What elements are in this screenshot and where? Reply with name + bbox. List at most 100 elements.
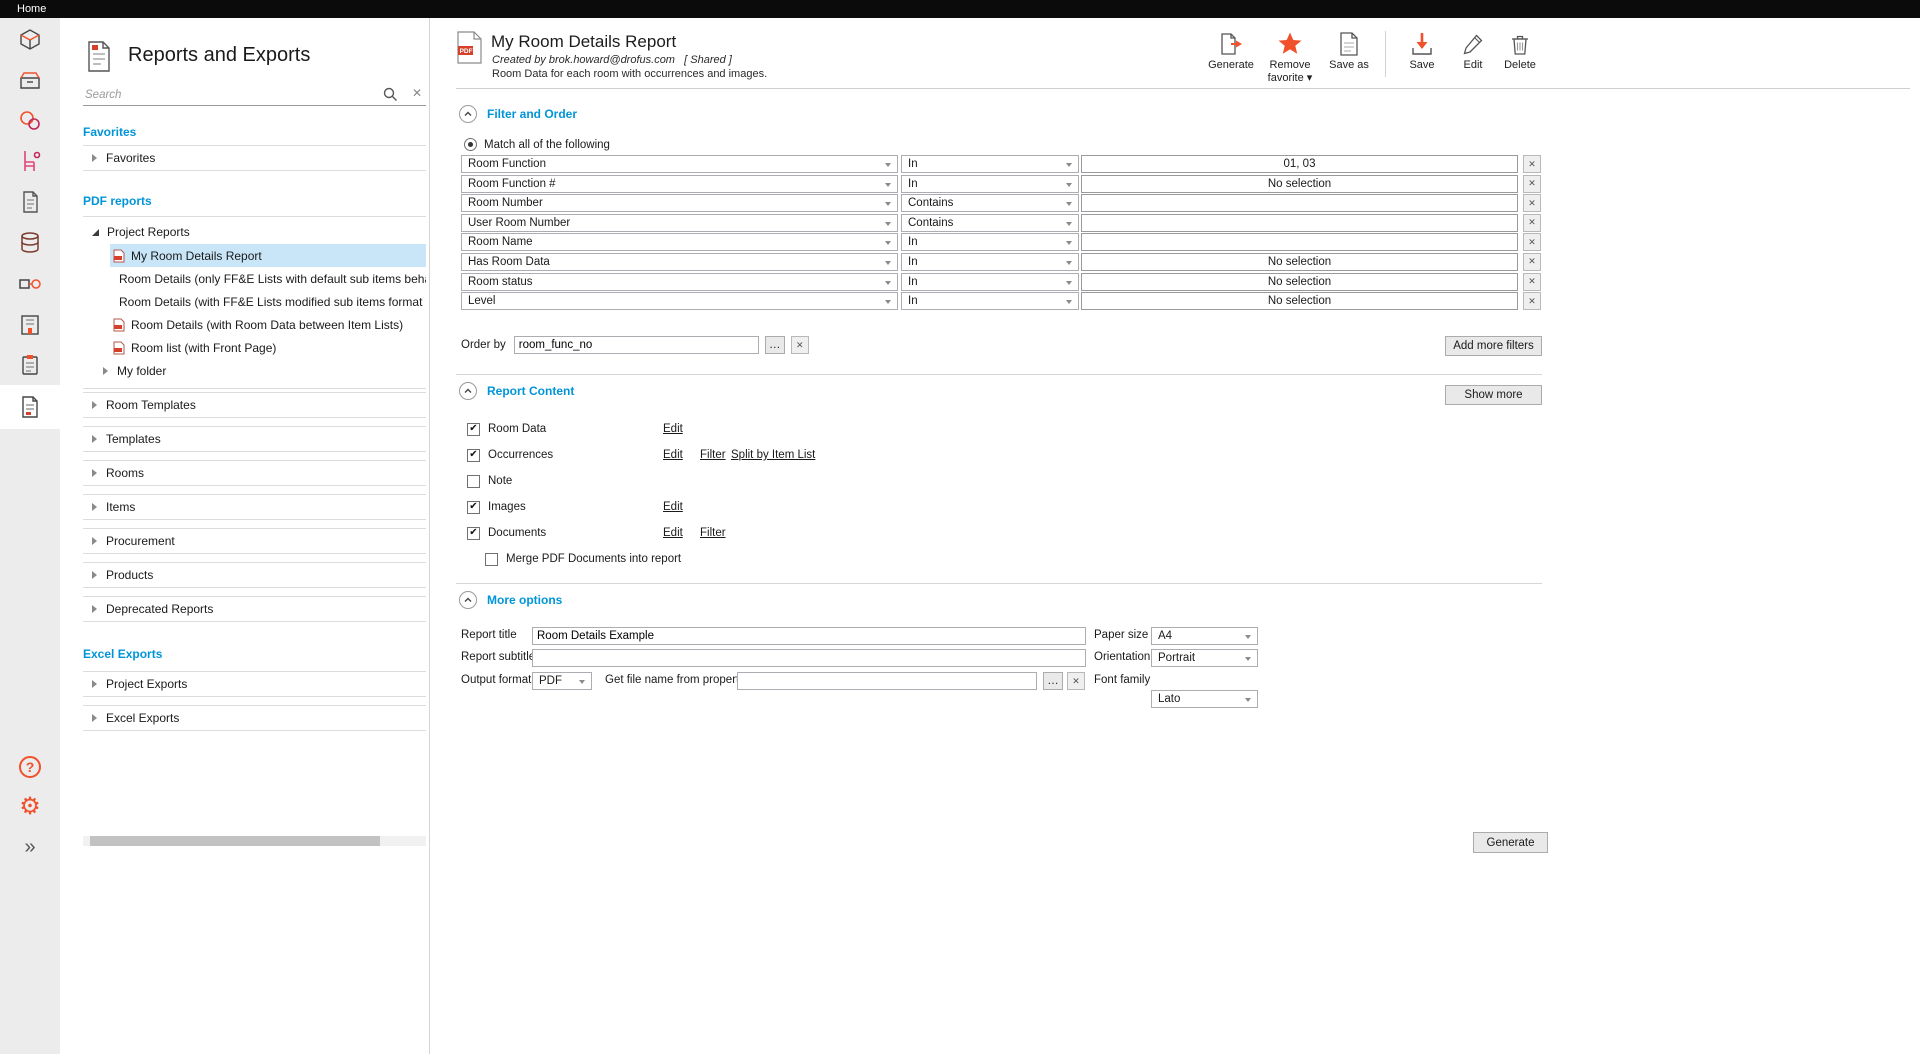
report-item[interactable]: My Room Details Report xyxy=(110,244,426,267)
output-format-select[interactable]: PDF xyxy=(532,672,592,690)
settings-gear-icon[interactable]: ⚙ xyxy=(0,786,60,828)
filter-operator-select[interactable]: In xyxy=(901,155,1079,173)
remove-filter-button[interactable]: ✕ xyxy=(1523,292,1541,310)
buildings-module-icon[interactable] xyxy=(0,304,60,346)
edit-link[interactable]: Edit xyxy=(663,527,683,539)
note-checkbox[interactable] xyxy=(467,475,480,488)
remove-filter-button[interactable]: ✕ xyxy=(1523,175,1541,193)
filter-operator-select[interactable]: In xyxy=(901,175,1079,193)
collapse-filter-button[interactable] xyxy=(459,105,477,123)
filter-link[interactable]: Filter xyxy=(700,527,726,539)
filter-value-box[interactable] xyxy=(1081,194,1518,212)
filter-field-select[interactable]: User Room Number xyxy=(461,214,898,232)
split-by-item-list-link[interactable]: Split by Item List xyxy=(731,449,815,461)
file-name-property-input[interactable] xyxy=(737,672,1037,690)
search-input[interactable] xyxy=(85,85,375,104)
font-family-select[interactable]: Lato xyxy=(1151,690,1258,708)
file-name-clear-button[interactable]: ✕ xyxy=(1067,672,1085,690)
sidebar-item-project-exports[interactable]: Project Exports xyxy=(83,671,426,697)
edit-link[interactable]: Edit xyxy=(663,501,683,513)
filter-field-select[interactable]: Room status xyxy=(461,273,898,291)
filter-field-select[interactable]: Has Room Data xyxy=(461,253,898,271)
products-module-icon[interactable] xyxy=(0,100,60,142)
sidebar-item-procurement[interactable]: Procurement xyxy=(83,528,426,554)
save-button[interactable]: Save xyxy=(1396,31,1448,72)
filter-value-box[interactable] xyxy=(1081,233,1518,251)
filter-operator-select[interactable]: Contains xyxy=(901,194,1079,212)
filter-value-box[interactable] xyxy=(1081,214,1518,232)
clear-search-icon[interactable]: ✕ xyxy=(412,86,422,100)
sidebar-item-rooms[interactable]: Rooms xyxy=(83,460,426,486)
edit-link[interactable]: Edit xyxy=(663,449,683,461)
remove-filter-button[interactable]: ✕ xyxy=(1523,155,1541,173)
reports-module-icon[interactable] xyxy=(0,385,60,429)
generate-report-button[interactable]: Generate xyxy=(1473,832,1548,853)
sidebar-item-products[interactable]: Products xyxy=(83,562,426,588)
report-item[interactable]: Room Details (with FF&E Lists modified s… xyxy=(110,290,426,313)
filter-value-box[interactable]: No selection xyxy=(1081,292,1518,310)
sidebar-item-templates[interactable]: Templates xyxy=(83,426,426,452)
report-title-input[interactable] xyxy=(532,627,1086,645)
report-subtitle-input[interactable] xyxy=(532,649,1086,667)
filter-field-select[interactable]: Room Function # xyxy=(461,175,898,193)
report-item[interactable]: Room Details (only FF&E Lists with defau… xyxy=(110,267,426,290)
search-icon[interactable] xyxy=(383,87,398,102)
filter-value-box[interactable]: 01, 03 xyxy=(1081,155,1518,173)
order-by-input[interactable] xyxy=(514,336,759,354)
occurrences-checkbox[interactable] xyxy=(467,449,480,462)
tree-node-project-reports[interactable]: Project Reports xyxy=(83,220,426,244)
filter-field-select[interactable]: Level xyxy=(461,292,898,310)
file-name-browse-button[interactable]: … xyxy=(1043,672,1063,690)
paper-size-select[interactable]: A4 xyxy=(1151,627,1258,645)
logistics-module-icon[interactable] xyxy=(0,263,60,305)
generate-button[interactable]: Generate xyxy=(1205,31,1257,72)
furniture-module-icon[interactable] xyxy=(0,140,60,182)
delete-button[interactable]: Delete xyxy=(1498,31,1542,72)
remove-filter-button[interactable]: ✕ xyxy=(1523,253,1541,271)
room-data-checkbox[interactable] xyxy=(467,423,480,436)
orientation-select[interactable]: Portrait xyxy=(1151,649,1258,667)
match-all-radio[interactable] xyxy=(464,138,477,151)
filter-value-box[interactable]: No selection xyxy=(1081,253,1518,271)
collapse-options-button[interactable] xyxy=(459,591,477,609)
filter-operator-select[interactable]: In xyxy=(901,233,1079,251)
order-by-clear-button[interactable]: ✕ xyxy=(791,336,809,354)
spaces-module-icon[interactable] xyxy=(0,18,60,60)
remove-filter-button[interactable]: ✕ xyxy=(1523,214,1541,232)
filter-operator-select[interactable]: Contains xyxy=(901,214,1079,232)
filter-field-select[interactable]: Room Function xyxy=(461,155,898,173)
help-icon[interactable]: ? xyxy=(0,746,60,788)
images-checkbox[interactable] xyxy=(467,501,480,514)
equipment-module-icon[interactable] xyxy=(0,59,60,101)
remove-favorite-button[interactable]: Remove favorite ▾ xyxy=(1262,31,1318,84)
sidebar-item-room-templates[interactable]: Room Templates xyxy=(83,392,426,418)
sidebar-item-items[interactable]: Items xyxy=(83,494,426,520)
edit-link[interactable]: Edit xyxy=(663,423,683,435)
remove-filter-button[interactable]: ✕ xyxy=(1523,233,1541,251)
filter-field-select[interactable]: Room Number xyxy=(461,194,898,212)
report-item[interactable]: Room list (with Front Page) xyxy=(110,336,426,359)
remove-filter-button[interactable]: ✕ xyxy=(1523,194,1541,212)
merge-pdf-checkbox[interactable] xyxy=(485,553,498,566)
sidebar-item-favorites[interactable]: Favorites xyxy=(83,145,426,171)
collapse-content-button[interactable] xyxy=(459,382,477,400)
sidebar-item-deprecated-reports[interactable]: Deprecated Reports xyxy=(83,596,426,622)
show-more-button[interactable]: Show more xyxy=(1445,385,1542,405)
expand-panel-icon[interactable]: » xyxy=(0,826,60,868)
documents-module-icon[interactable] xyxy=(0,181,60,223)
filter-value-box[interactable]: No selection xyxy=(1081,175,1518,193)
filter-link[interactable]: Filter xyxy=(700,449,726,461)
home-menu[interactable]: Home xyxy=(17,3,46,15)
sidebar-item-excel-exports[interactable]: Excel Exports xyxy=(83,705,426,731)
filter-operator-select[interactable]: In xyxy=(901,253,1079,271)
filter-value-box[interactable]: No selection xyxy=(1081,273,1518,291)
forms-module-icon[interactable] xyxy=(0,344,60,386)
edit-button[interactable]: Edit xyxy=(1453,31,1493,72)
report-item[interactable]: Room Details (with Room Data between Ite… xyxy=(110,313,426,336)
filter-operator-select[interactable]: In xyxy=(901,292,1079,310)
filter-operator-select[interactable]: In xyxy=(901,273,1079,291)
tree-node-my-folder[interactable]: My folder xyxy=(103,359,426,383)
add-more-filters-button[interactable]: Add more filters xyxy=(1445,336,1542,356)
scrollbar-thumb[interactable] xyxy=(90,836,380,846)
order-by-browse-button[interactable]: … xyxy=(765,336,785,354)
